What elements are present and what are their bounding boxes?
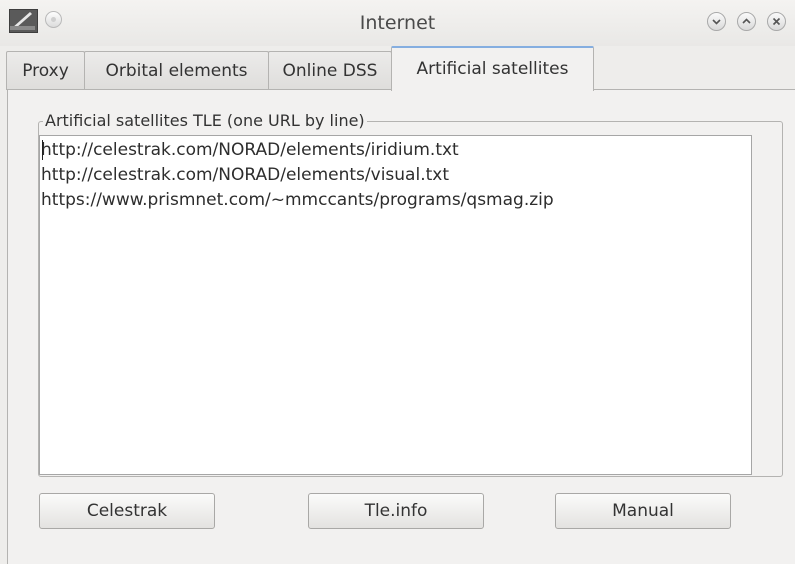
chevron-down-icon	[712, 19, 721, 25]
close-button[interactable]	[767, 12, 786, 31]
tab-online-dss[interactable]: Online DSS	[268, 51, 392, 90]
maximize-button[interactable]	[737, 12, 756, 31]
tle-url-line: http://celestrak.com/NORAD/elements/visu…	[41, 165, 449, 185]
tle-url-line: https://www.prismnet.com/~mmccants/progr…	[41, 190, 554, 210]
celestrak-button[interactable]: Celestrak	[39, 493, 215, 529]
tab-orbital-elements[interactable]: Orbital elements	[84, 51, 269, 90]
tle-url-line: http://celestrak.com/NORAD/elements/irid…	[41, 140, 459, 160]
tle-group-label: Artificial satellites TLE (one URL by li…	[43, 111, 367, 130]
tab-proxy[interactable]: Proxy	[6, 51, 85, 90]
artificial-satellites-pane: Artificial satellites TLE (one URL by li…	[7, 89, 795, 564]
text-cursor	[42, 140, 43, 160]
close-icon	[772, 17, 781, 26]
window-title: Internet	[359, 12, 436, 34]
tab-artificial-satellites[interactable]: Artificial satellites	[391, 46, 594, 91]
minimize-button[interactable]	[707, 12, 726, 31]
tab-bar: Proxy Orbital elements Online DSS Artifi…	[0, 46, 795, 91]
tle-url-textarea[interactable]: http://celestrak.com/NORAD/elements/irid…	[39, 135, 752, 475]
chevron-up-icon	[742, 18, 751, 24]
title-bar: Internet	[0, 0, 795, 46]
tle-info-button[interactable]: Tle.info	[308, 493, 484, 529]
manual-button[interactable]: Manual	[555, 493, 731, 529]
